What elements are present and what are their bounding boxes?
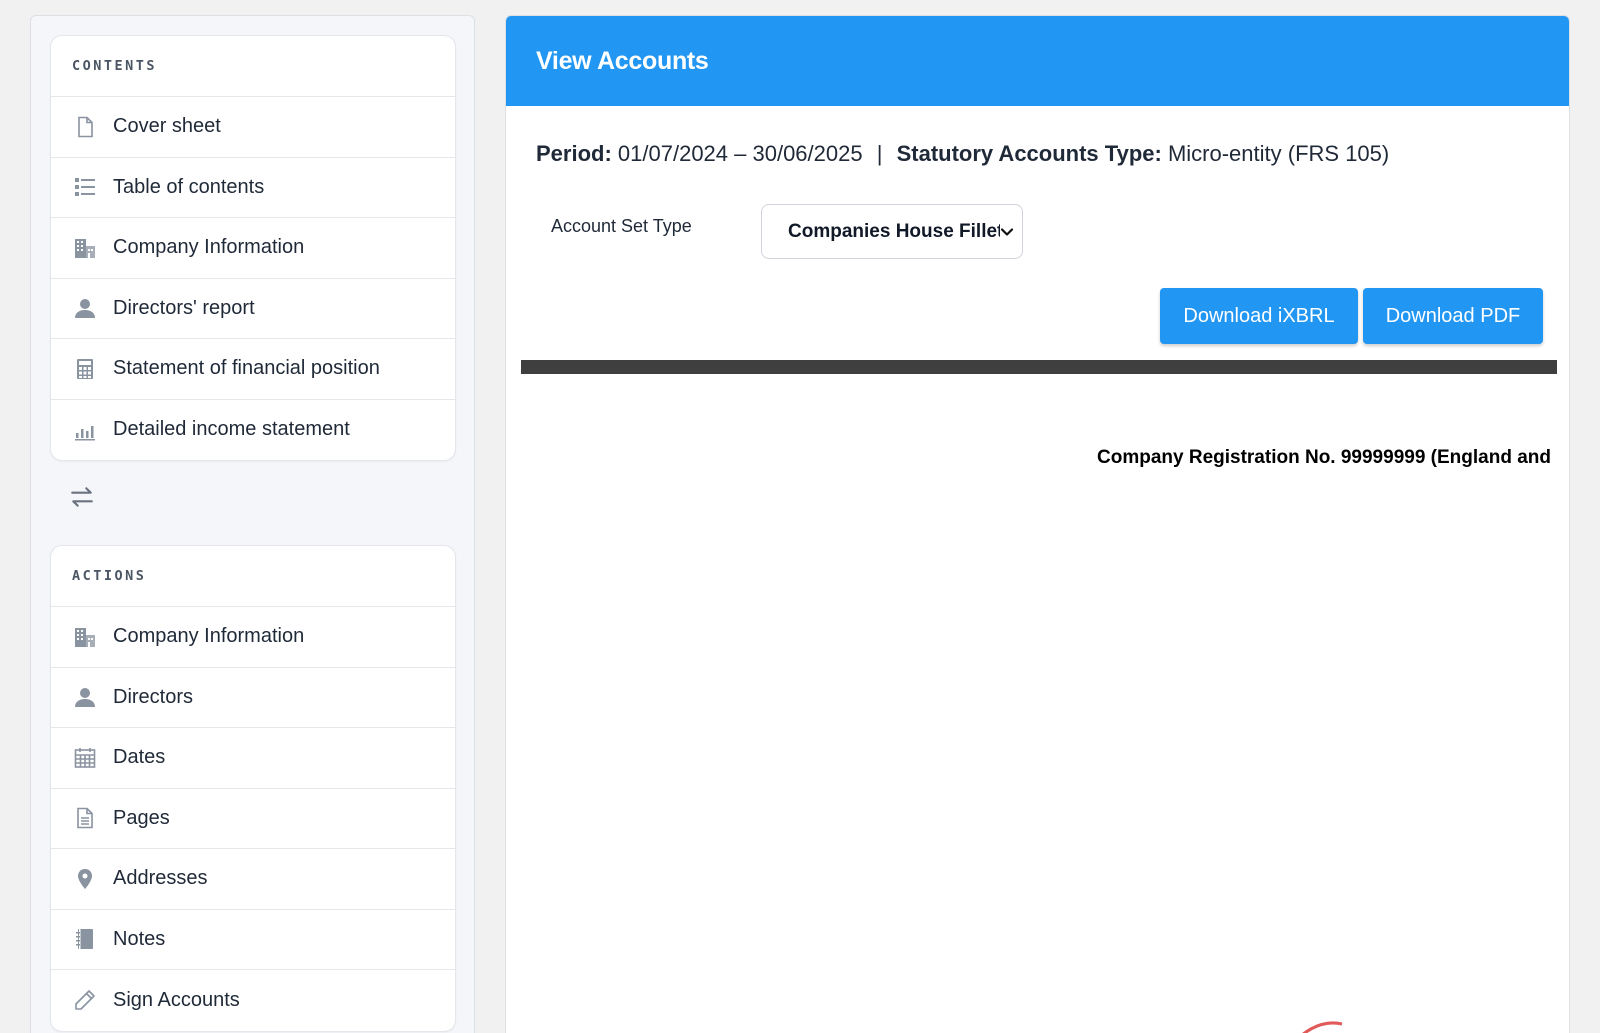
view-accounts-panel: View Accounts Period: 01/07/2024 – 30/06…	[505, 15, 1570, 1033]
nav-label: Pages	[113, 806, 170, 829]
user-icon	[72, 295, 98, 321]
contents-card: CONTENTS Cover sheet Table of contents C…	[50, 35, 456, 461]
period-label: Period:	[536, 141, 612, 166]
download-pdf-button[interactable]: Download PDF	[1363, 288, 1543, 344]
contents-item-directors-report[interactable]: Directors' report	[51, 279, 455, 339]
map-pin-icon	[72, 866, 98, 892]
building-icon	[72, 624, 98, 650]
stamp-icon	[1302, 1021, 1343, 1033]
actions-card: ACTIONS Company Information Directors Da…	[50, 545, 456, 1032]
actions-item-directors[interactable]: Directors	[51, 668, 455, 728]
actions-item-addresses[interactable]: Addresses	[51, 849, 455, 910]
nav-label: Company Information	[113, 236, 305, 259]
actions-item-notes[interactable]: Notes	[51, 910, 455, 970]
actions-item-sign-accounts[interactable]: Sign Accounts	[51, 970, 455, 1031]
bar-chart-icon	[72, 417, 98, 443]
contents-item-cover-sheet[interactable]: Cover sheet	[51, 97, 455, 158]
actions-item-company-information[interactable]: Company Information	[51, 607, 455, 668]
actions-item-dates[interactable]: Dates	[51, 728, 455, 789]
nav-label: Notes	[113, 927, 166, 950]
separator: |	[876, 141, 883, 166]
account-set-type-select[interactable]: Companies House Filleted	[761, 204, 1023, 259]
nav-label: Directors	[113, 685, 194, 708]
sidebar: CONTENTS Cover sheet Table of contents C…	[30, 15, 475, 1033]
contents-item-detailed-income-statement[interactable]: Detailed income statement	[51, 400, 455, 461]
user-icon	[72, 684, 98, 710]
nav-label: Cover sheet	[113, 115, 221, 138]
document-icon	[72, 805, 98, 831]
nav-label: Statement of financial position	[113, 357, 380, 380]
list-icon	[72, 174, 98, 200]
contents-item-table-of-contents[interactable]: Table of contents	[51, 158, 455, 218]
select-value: Companies House Filleted	[788, 220, 1000, 242]
accounts-type-value: Micro-entity (FRS 105)	[1167, 141, 1390, 166]
nav-label: Directors' report	[113, 296, 255, 319]
nav-label: Addresses	[113, 867, 208, 890]
nav-label: Company Information	[113, 625, 305, 648]
actions-header: ACTIONS	[51, 546, 455, 607]
nav-label: Table of contents	[113, 175, 265, 198]
calculator-icon	[72, 356, 98, 382]
period-value: 01/07/2024 – 30/06/2025	[617, 141, 863, 166]
contents-item-statement-of-financial-position[interactable]: Statement of financial position	[51, 339, 455, 400]
calendar-icon	[72, 745, 98, 771]
download-ixbrl-button[interactable]: Download iXBRL	[1160, 288, 1358, 344]
contents-header: CONTENTS	[51, 36, 455, 97]
building-icon	[72, 235, 98, 261]
company-registration-number: Company Registration No. 99999999 (Engla…	[1097, 447, 1551, 468]
actions-item-pages[interactable]: Pages	[51, 789, 455, 849]
file-icon	[72, 114, 98, 140]
contents-item-company-information[interactable]: Company Information	[51, 218, 455, 279]
chevron-down-icon	[1000, 228, 1014, 236]
document-preview-top-bar	[521, 360, 1557, 374]
swap-arrows-icon[interactable]	[69, 484, 95, 510]
page-title: View Accounts	[536, 46, 709, 75]
nav-label: Dates	[113, 746, 166, 769]
accounts-type-label: Statutory Accounts Type:	[896, 141, 1162, 166]
period-summary: Period: 01/07/2024 – 30/06/2025 | Statut…	[536, 141, 1389, 167]
pencil-icon	[72, 987, 98, 1013]
account-set-type-label: Account Set Type	[551, 216, 692, 236]
nav-label: Sign Accounts	[113, 988, 240, 1011]
nav-label: Detailed income statement	[113, 418, 350, 441]
panel-header: View Accounts	[506, 16, 1569, 106]
notebook-icon	[72, 926, 98, 952]
